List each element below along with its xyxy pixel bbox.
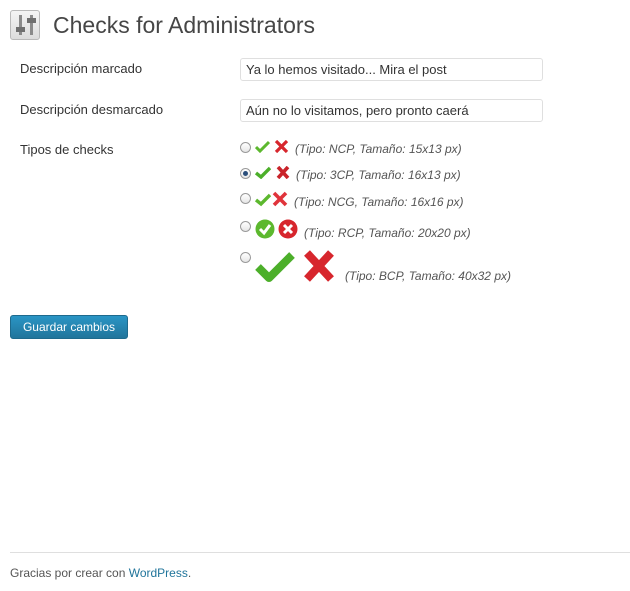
round-cross-icon <box>278 219 298 239</box>
page-header: Checks for Administrators <box>10 8 315 42</box>
check-type-option[interactable]: (Tipo: 3CP, Tamaño: 16x13 px) <box>240 166 461 182</box>
wordpress-link[interactable]: WordPress <box>129 566 188 580</box>
check-type-label: (Tipo: NCP, Tamaño: 15x13 px) <box>295 142 462 156</box>
checked-description-label: Descripción marcado <box>20 61 143 76</box>
page-title: Checks for Administrators <box>53 12 316 38</box>
check-type-radio[interactable] <box>240 252 251 263</box>
check-type-radio-selected[interactable] <box>240 168 251 179</box>
check-type-label: (Tipo: RCP, Tamaño: 20x20 px) <box>304 226 471 240</box>
check-type-option[interactable]: (Tipo: NCP, Tamaño: 15x13 px) <box>240 140 462 156</box>
settings-sliders-icon <box>10 10 40 40</box>
big-check-icon <box>255 252 295 282</box>
save-button[interactable]: Guardar cambios <box>10 315 128 339</box>
checked-description-input[interactable] <box>240 58 543 81</box>
check-type-option[interactable]: (Tipo: RCP, Tamaño: 20x20 px) <box>240 219 471 240</box>
unchecked-description-input[interactable] <box>240 99 543 122</box>
check-type-label: (Tipo: NCG, Tamaño: 16x16 px) <box>294 195 464 209</box>
check-type-radio[interactable] <box>240 221 251 232</box>
cross-icon <box>276 166 290 179</box>
check-icon <box>255 166 271 179</box>
check-icons <box>255 219 298 239</box>
check-type-radio[interactable] <box>240 193 251 204</box>
check-type-radio[interactable] <box>240 142 251 153</box>
footer-text: Gracias por crear con WordPress. <box>10 566 192 580</box>
check-types-label: Tipos de checks <box>20 142 114 157</box>
cross-icon <box>274 140 289 153</box>
check-icons <box>255 250 335 282</box>
big-cross-icon <box>304 250 334 282</box>
check-type-label: (Tipo: BCP, Tamaño: 40x32 px) <box>345 269 511 283</box>
check-type-option[interactable]: (Tipo: BCP, Tamaño: 40x32 px) <box>240 250 511 283</box>
check-icons <box>255 140 289 153</box>
check-type-label: (Tipo: 3CP, Tamaño: 16x13 px) <box>296 168 461 182</box>
check-icon <box>255 140 270 153</box>
check-icon <box>255 193 271 207</box>
cross-icon <box>272 191 288 207</box>
check-icons <box>255 166 290 179</box>
round-check-icon <box>255 219 275 239</box>
check-icons <box>255 191 288 207</box>
check-type-option[interactable]: (Tipo: NCG, Tamaño: 16x16 px) <box>240 191 464 209</box>
unchecked-description-label: Descripción desmarcado <box>20 102 164 117</box>
footer-divider <box>10 552 630 553</box>
